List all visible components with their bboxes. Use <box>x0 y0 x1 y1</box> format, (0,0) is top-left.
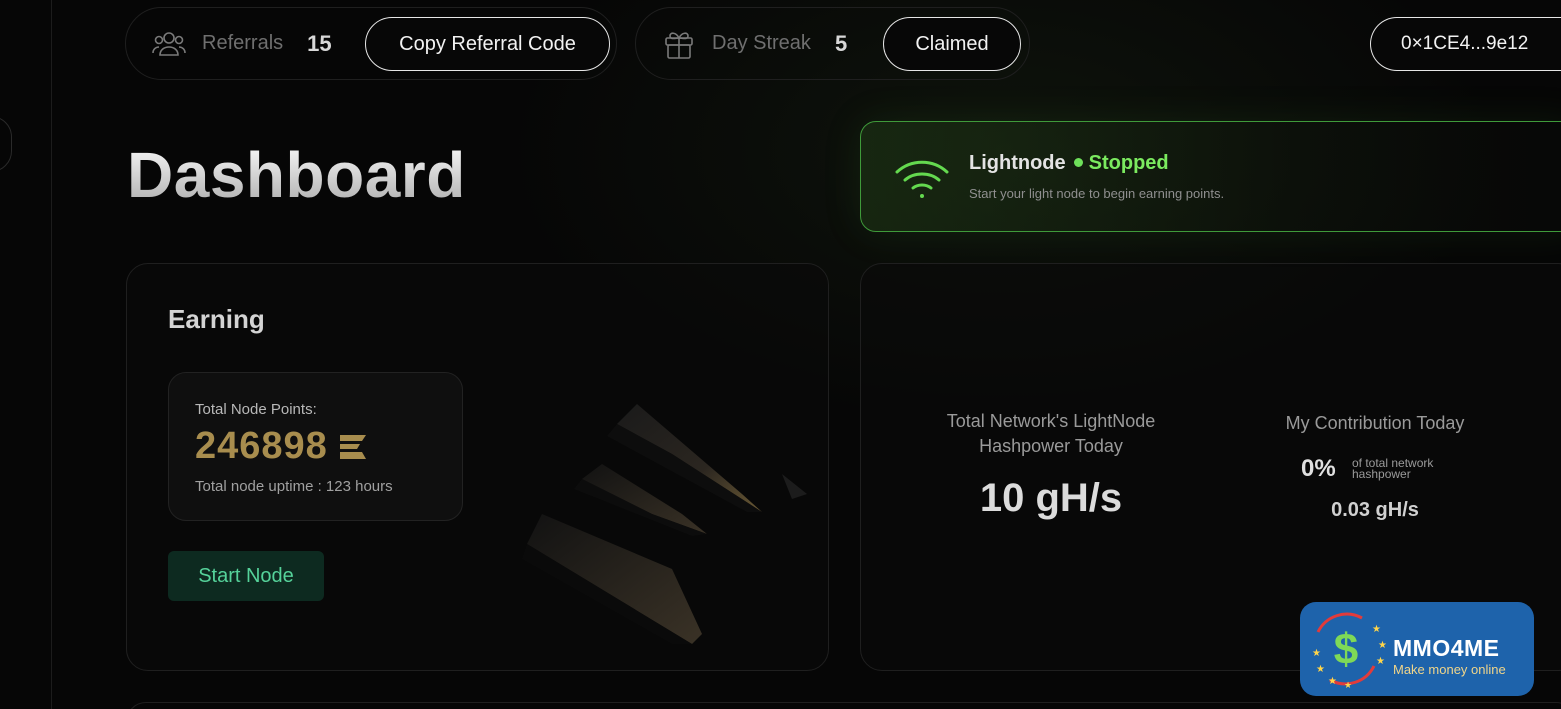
lightnode-name: Lightnode <box>969 152 1066 174</box>
left-sidebar-rail <box>0 0 52 709</box>
referrals-pill: Referrals 15 Copy Referral Code <box>125 7 617 80</box>
users-icon <box>152 27 186 61</box>
earning-card: Earning Total Node Points: 246898 Total … <box>126 263 829 671</box>
watermark-symbol: $ <box>1334 625 1358 674</box>
dashboard-page: Referrals 15 Copy Referral Code Day Stre… <box>0 0 1561 709</box>
lightnode-status-title: Lightnode Stopped <box>969 152 1169 175</box>
svg-text:★: ★ <box>1344 680 1352 688</box>
node-uptime: Total node uptime : 123 hours <box>195 478 393 495</box>
network-hashpower-label: Total Network's LightNode Hashpower Toda… <box>946 411 1156 456</box>
lightnode-description: Start your light node to begin earning p… <box>969 186 1225 201</box>
claimed-button[interactable]: Claimed <box>883 17 1021 71</box>
svg-text:★: ★ <box>1328 676 1337 687</box>
wifi-icon <box>895 160 949 198</box>
svg-text:★: ★ <box>1378 640 1386 651</box>
network-hashpower-value: 10 gH/s <box>979 476 1123 520</box>
day-streak-label: Day Streak <box>712 32 811 54</box>
my-contribution-label: My Contribution Today <box>1285 413 1465 433</box>
wallet-address-button[interactable]: 0×1CE4...9e12 <box>1370 17 1561 71</box>
sidebar-toggle[interactable] <box>0 116 12 172</box>
copy-referral-code-button[interactable]: Copy Referral Code <box>365 17 610 71</box>
my-contribution-percent-note: of total network hashpower <box>1352 456 1434 481</box>
lightnode-state: Stopped <box>1088 152 1169 174</box>
total-node-points-value: 246898 <box>195 425 368 468</box>
mmo4me-watermark: $ ★ ★ ★ ★ ★ ★ ★ MMO4ME Make money online <box>1300 602 1534 696</box>
status-dot <box>1073 158 1083 168</box>
lightnode-status-card: Lightnode Stopped Start your light node t… <box>860 121 1561 232</box>
referrals-count: 15 <box>307 30 332 56</box>
svg-text:★: ★ <box>1376 656 1385 667</box>
svg-text:★: ★ <box>1372 624 1381 635</box>
watermark-brand: MMO4ME <box>1393 635 1500 661</box>
total-node-points-label: Total Node Points: <box>195 401 317 418</box>
my-contribution-value: 0.03 gH/s <box>1331 499 1419 521</box>
next-section-card <box>126 702 1561 709</box>
gift-icon <box>662 27 696 61</box>
my-contribution-percent: 0% <box>1301 455 1336 482</box>
day-streak-count: 5 <box>834 30 848 56</box>
svg-text:★: ★ <box>1312 648 1321 659</box>
dollar-stars-logo: $ ★ ★ ★ ★ ★ ★ ★ <box>1312 612 1386 688</box>
svg-text:★: ★ <box>1316 664 1325 675</box>
token-icon <box>339 434 366 459</box>
watermark-tagline: Make money online <box>1393 662 1506 677</box>
referrals-label: Referrals <box>202 32 284 54</box>
total-node-points-box: Total Node Points: 246898 Total node upt… <box>168 372 463 521</box>
earning-title: Earning <box>168 304 265 334</box>
day-streak-pill: Day Streak 5 Claimed <box>635 7 1030 80</box>
page-title: Dashboard <box>127 139 466 211</box>
start-node-button[interactable]: Start Node <box>168 551 324 601</box>
points-number: 246898 <box>195 425 328 467</box>
token-3d-illustration <box>522 404 807 644</box>
